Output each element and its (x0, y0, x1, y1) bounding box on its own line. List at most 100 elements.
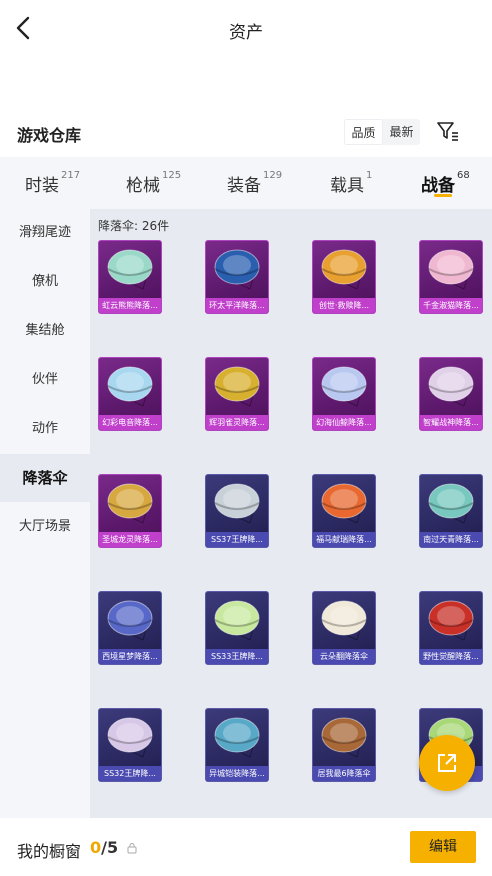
parachute-icon (321, 717, 367, 758)
showcase-current: 0 (90, 838, 102, 857)
parachute-icon (214, 366, 260, 407)
tab-label: 战备 (421, 176, 455, 196)
parachute-icon (428, 600, 474, 641)
warehouse-title: 游戏仓库 (17, 126, 82, 145)
item-name: 智耀战神降落... (420, 415, 482, 430)
sidebar-item-emote[interactable]: 动作 (0, 405, 90, 453)
tab-battle-prep[interactable]: 战备68 (421, 170, 470, 196)
subcategory-sidebar: 滑翔尾迹 僚机 集结舱 伙伴 动作 降落伞 大厅场景 (0, 209, 90, 818)
parachute-item-card[interactable]: 环太平洋降落... (205, 240, 269, 314)
parachute-icon (107, 483, 153, 524)
item-name: 居我最6降落伞 (313, 766, 375, 781)
edit-button[interactable]: 编辑 (410, 831, 476, 863)
parachute-item-card[interactable]: 幻海仙鲸降落... (312, 357, 376, 431)
showcase-label: 我的橱窗 (17, 842, 82, 861)
parachute-icon (428, 366, 474, 407)
parachute-icon (428, 249, 474, 290)
parachute-item-card[interactable]: 辉羽雀灵降落... (205, 357, 269, 431)
item-name: 福马献瑞降落... (313, 532, 375, 547)
top-bar: 资产 (0, 0, 492, 58)
parachute-item-card[interactable]: 智耀战神降落... (419, 357, 483, 431)
showcase-count: 0/5 (90, 838, 118, 857)
parachute-icon (107, 717, 153, 758)
share-button[interactable] (419, 735, 475, 791)
tab-count: 1 (366, 170, 373, 181)
showcase-bar: 我的橱窗 0/5 编辑 (0, 818, 492, 876)
parachute-item-card[interactable]: 福马献瑞降落... (312, 474, 376, 548)
item-name: 幻海仙鲸降落... (313, 415, 375, 430)
parachute-icon (107, 366, 153, 407)
parachute-icon (321, 366, 367, 407)
showcase-total: /5 (101, 838, 119, 857)
sort-quality-option[interactable]: 品质 (344, 119, 383, 145)
parachute-icon (214, 717, 260, 758)
item-name: 虹云熊熊降落... (99, 298, 161, 313)
lock-icon (127, 843, 137, 854)
parachute-icon (321, 483, 367, 524)
item-name: SS37王牌降... (206, 532, 268, 547)
parachute-icon (107, 249, 153, 290)
share-icon (438, 754, 456, 772)
parachute-item-card[interactable]: SS32王牌降... (98, 708, 162, 782)
item-name: 辉羽雀灵降落... (206, 415, 268, 430)
parachute-item-card[interactable]: SS33王牌降... (205, 591, 269, 665)
tab-vehicles[interactable]: 载具1 (330, 170, 373, 196)
tab-label: 时装 (25, 176, 59, 196)
item-name: 南过天青降落... (420, 532, 482, 547)
filter-icon[interactable] (436, 120, 460, 142)
item-name: 圣城龙灵降落... (99, 532, 161, 547)
sort-latest-option[interactable]: 最新 (383, 119, 420, 145)
parachute-item-card[interactable]: 创世·救赎降... (312, 240, 376, 314)
item-name: 云朵翻降落伞 (313, 649, 375, 664)
parachute-icon (107, 600, 153, 641)
tab-count: 129 (263, 170, 283, 181)
tab-count: 125 (162, 170, 182, 181)
item-name: 野性觉醒降落... (420, 649, 482, 664)
page-title: 资产 (229, 23, 263, 43)
sort-toggle: 品质 最新 (344, 119, 420, 145)
parachute-item-card[interactable]: 虹云熊熊降落... (98, 240, 162, 314)
tab-label: 载具 (330, 176, 364, 196)
item-name: 环太平洋降落... (206, 298, 268, 313)
item-name: 千金淑猫降落... (420, 298, 482, 313)
tab-count: 217 (61, 170, 81, 181)
item-name: 西境星梦降落... (99, 649, 161, 664)
item-name: 异城铠装降落... (206, 766, 268, 781)
tab-count: 68 (457, 170, 470, 181)
sidebar-item-wingman[interactable]: 僚机 (0, 258, 90, 306)
item-name: 创世·救赎降... (313, 298, 375, 313)
tab-label: 枪械 (126, 176, 160, 196)
parachute-item-card[interactable]: 居我最6降落伞 (312, 708, 376, 782)
category-tabs: 时装217 枪械125 装备129 载具1 战备68 (0, 157, 492, 209)
parachute-icon (214, 483, 260, 524)
sidebar-item-lobby-scene[interactable]: 大厅场景 (0, 503, 90, 551)
item-count-label: 降落伞: 26件 (98, 219, 170, 233)
parachute-item-card[interactable]: 圣城龙灵降落... (98, 474, 162, 548)
parachute-item-card[interactable]: 南过天青降落... (419, 474, 483, 548)
sidebar-item-companion[interactable]: 伙伴 (0, 356, 90, 404)
sidebar-item-glide-trail[interactable]: 滑翔尾迹 (0, 209, 90, 257)
item-name: SS32王牌降... (99, 766, 161, 781)
item-name: SS33王牌降... (206, 649, 268, 664)
parachute-item-card[interactable]: 异城铠装降落... (205, 708, 269, 782)
tab-label: 装备 (227, 176, 261, 196)
parachute-item-card[interactable]: 西境星梦降落... (98, 591, 162, 665)
tab-equipment[interactable]: 装备129 (227, 170, 283, 196)
parachute-item-card[interactable]: 野性觉醒降落... (419, 591, 483, 665)
parachute-icon (214, 249, 260, 290)
parachute-item-card[interactable]: 云朵翻降落伞 (312, 591, 376, 665)
parachute-icon (321, 249, 367, 290)
tab-weapons[interactable]: 枪械125 (126, 170, 182, 196)
parachute-icon (321, 600, 367, 641)
item-grid: 降落伞: 26件 虹云熊熊降落... 环太平洋降落... 创世·救赎降... 千金淑猫… (90, 209, 492, 818)
parachute-item-card[interactable]: 幻彩电音降落... (98, 357, 162, 431)
item-name: 幻彩电音降落... (99, 415, 161, 430)
parachute-icon (428, 483, 474, 524)
parachute-icon (214, 600, 260, 641)
active-tab-indicator (434, 194, 452, 197)
sidebar-item-rally-pod[interactable]: 集结舱 (0, 307, 90, 355)
sidebar-item-parachute[interactable]: 降落伞 (0, 454, 90, 502)
parachute-item-card[interactable]: 千金淑猫降落... (419, 240, 483, 314)
parachute-item-card[interactable]: SS37王牌降... (205, 474, 269, 548)
tab-fashion[interactable]: 时装217 (25, 170, 81, 196)
